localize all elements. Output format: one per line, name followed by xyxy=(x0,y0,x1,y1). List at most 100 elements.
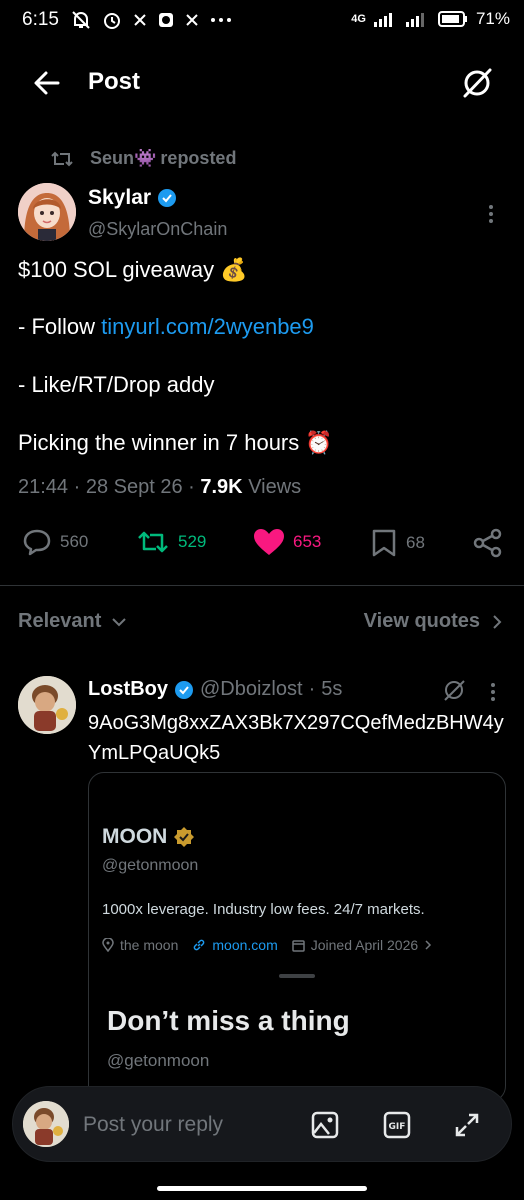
reply-more-button[interactable] xyxy=(490,682,496,702)
page-title: Post xyxy=(88,68,141,95)
share-icon xyxy=(473,528,502,558)
like-count: 653 xyxy=(293,532,322,551)
repost-button[interactable]: 529 xyxy=(136,528,206,556)
battery-level: 71% xyxy=(475,9,510,28)
share-button[interactable] xyxy=(472,528,504,558)
views-label: Views xyxy=(248,476,302,498)
muted-bell-icon xyxy=(72,11,90,29)
view-quotes-link[interactable]: View quotes xyxy=(364,610,502,633)
bookmark-button[interactable]: 68 xyxy=(370,528,425,558)
card-name-text: MOON xyxy=(102,825,168,848)
composer-avatar xyxy=(23,1101,69,1147)
calendar-icon xyxy=(291,939,305,952)
system-status: 4G 71% xyxy=(351,9,510,29)
battery-icon xyxy=(437,11,467,27)
more-options-button[interactable] xyxy=(488,204,494,224)
x-logo-icon xyxy=(186,14,198,26)
verified-badge-icon xyxy=(175,680,193,699)
chevron-down-icon xyxy=(112,617,127,626)
post-line-4: Picking the winner in 7 hours ⏰ xyxy=(18,430,333,455)
reply-header: LostBoy @Dboizlost · 5s xyxy=(88,678,343,701)
app-icon xyxy=(159,13,173,27)
image-icon xyxy=(311,1111,339,1139)
kebab-icon xyxy=(489,205,493,223)
heart-icon xyxy=(254,529,284,555)
reply-avatar-image xyxy=(18,676,76,734)
repost-count: 529 xyxy=(178,532,207,551)
card-name: MOON xyxy=(102,825,195,849)
gif-button[interactable]: GIF xyxy=(383,1111,411,1139)
gif-icon: GIF xyxy=(383,1111,411,1139)
avatar-image xyxy=(18,183,76,241)
gold-verified-badge-icon xyxy=(174,827,195,847)
verified-badge-icon xyxy=(158,189,177,207)
image-button[interactable] xyxy=(311,1111,339,1139)
reply-input[interactable]: Post your reply xyxy=(83,1113,223,1137)
grok-button[interactable] xyxy=(460,66,494,100)
status-bar: 6:15 4G 71% xyxy=(0,0,524,40)
signal-icon xyxy=(373,13,392,27)
reply-avatar[interactable] xyxy=(18,676,76,734)
location-icon xyxy=(102,938,114,952)
card-headline-handle: @getonmoon xyxy=(107,1051,210,1070)
views-count: 7.9K xyxy=(200,476,243,498)
reply-text: 9AoG3Mg8xxZAX3Bk7X297CQefMedzBHW4yYmLPQa… xyxy=(88,712,504,764)
author-name-text: Skylar xyxy=(88,186,152,209)
reply-author-handle[interactable]: @Dboizlost xyxy=(200,678,303,701)
reply-count: 560 xyxy=(60,532,89,551)
chevron-right-icon xyxy=(425,940,432,950)
drag-handle xyxy=(279,974,315,978)
card-joined: Joined April 2026 xyxy=(310,937,419,953)
bookmark-count: 68 xyxy=(406,533,425,552)
post-line-3: - Like/RT/Drop addy xyxy=(18,372,215,397)
card-bio: 1000x leverage. Industry low fees. 24/7 … xyxy=(102,901,425,918)
more-notifications-icon xyxy=(211,18,231,22)
card-handle: @getonmoon xyxy=(102,857,199,874)
back-button[interactable] xyxy=(30,66,64,100)
card-meta: the moon moon.com Joined April 2026 xyxy=(102,937,432,953)
repost-label: reposted xyxy=(160,148,237,168)
repost-user[interactable]: Seun👾 xyxy=(90,148,156,169)
divider xyxy=(0,585,524,586)
network-label: 4G xyxy=(351,13,366,25)
reply-author-name[interactable]: LostBoy xyxy=(88,678,168,701)
comment-icon xyxy=(23,529,51,556)
x-logo-icon xyxy=(134,14,146,26)
link-icon xyxy=(194,939,205,951)
embedded-profile-card[interactable]: MOON @getonmoon 1000x leverage. Industry… xyxy=(88,772,506,1102)
reply-button[interactable]: 560 xyxy=(22,528,88,556)
svg-text:GIF: GIF xyxy=(389,1122,406,1132)
signal-icon xyxy=(405,13,424,27)
card-website[interactable]: moon.com xyxy=(212,937,277,953)
sort-label: Relevant xyxy=(18,610,102,632)
post-date: 28 Sept 26 xyxy=(85,476,183,498)
grok-icon xyxy=(463,68,492,98)
status-time: 6:15 xyxy=(22,9,59,30)
post-line-2-prefix: - Follow xyxy=(18,314,102,339)
composer-avatar-image xyxy=(23,1101,69,1147)
notification-icons xyxy=(72,10,232,30)
post-line-1: $100 SOL giveaway 💰 xyxy=(18,257,248,282)
view-quotes-label: View quotes xyxy=(363,610,480,632)
expand-button[interactable] xyxy=(453,1111,481,1139)
author-name[interactable]: Skylar xyxy=(88,186,177,210)
home-indicator xyxy=(157,1186,367,1191)
card-headline: Don’t miss a thing xyxy=(107,1005,350,1036)
kebab-icon xyxy=(491,683,495,701)
like-button[interactable]: 653 xyxy=(253,528,321,556)
sort-dropdown[interactable]: Relevant xyxy=(18,610,127,633)
post-line-2: - Follow tinyurl.com/2wyenbe9 xyxy=(18,314,314,340)
post-time: 21:44 xyxy=(18,476,69,498)
chevron-right-icon xyxy=(493,614,502,629)
grok-icon xyxy=(444,680,465,701)
reply-grok-button[interactable] xyxy=(442,678,466,702)
author-handle[interactable]: @SkylarOnChain xyxy=(88,219,227,240)
post-link[interactable]: tinyurl.com/2wyenbe9 xyxy=(101,314,314,339)
reply-composer[interactable]: Post your reply GIF xyxy=(12,1086,512,1162)
arrow-left-icon xyxy=(34,71,60,95)
bookmark-icon xyxy=(372,529,396,557)
avatar[interactable] xyxy=(18,183,76,241)
alarm-icon xyxy=(104,13,120,29)
expand-icon xyxy=(455,1113,479,1137)
post-actions: 560 529 653 68 xyxy=(0,528,524,564)
